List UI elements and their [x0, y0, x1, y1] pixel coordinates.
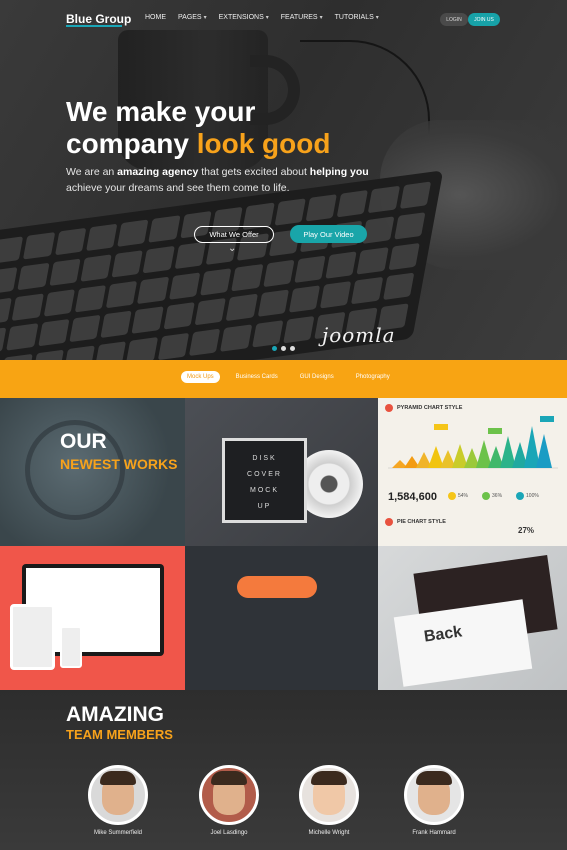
avatar	[299, 765, 359, 825]
portfolio-item-chart-styles[interactable]: PYRAMID CHART STYLE 1,584,600 54% 36% 10…	[378, 398, 567, 546]
hero-title-line2: company look good	[66, 128, 330, 160]
chevron-down-icon: ▾	[203, 15, 207, 21]
menu-item-home[interactable]: HOME	[145, 14, 166, 21]
team-member[interactable]: Frank Hammard	[394, 765, 474, 836]
portfolio-grid: OUR NEWEST WORKS DISK COVER MOCK UP PYRA…	[0, 398, 567, 690]
menu-item-label: FEATURES	[280, 14, 318, 21]
subtitle-text: We are an	[66, 166, 115, 178]
cd-case-text: MOCK	[250, 487, 279, 494]
cd-case-text: DISK	[252, 455, 277, 462]
slider-dot[interactable]	[281, 346, 286, 351]
pyramid-chart-graphic	[388, 416, 558, 469]
chart-percentages: 54% 36% 100%	[448, 492, 539, 500]
hero-title-plain: company	[66, 128, 189, 159]
top-navigation: Blue Group HOME PAGES ▾ EXTENSIONS ▾ FEATU…	[0, 0, 567, 38]
percent-icon	[448, 492, 456, 500]
joomla-brand-mark: joomla	[322, 323, 396, 347]
chevron-down-icon: ▾	[319, 15, 323, 21]
pyramid-chart-total: 1,584,600	[388, 491, 437, 503]
slider-dot[interactable]	[272, 346, 277, 351]
team-member[interactable]: Joel Lasdingo	[189, 765, 269, 836]
team-heading-line1: AMAZING	[66, 703, 164, 726]
slider-dot[interactable]	[290, 346, 295, 351]
percent-icon	[516, 492, 525, 500]
site-logo[interactable]: Blue Group	[66, 12, 131, 26]
business-card-back-image	[393, 599, 533, 687]
pyramid-chart-title: PYRAMID CHART STYLE	[397, 405, 463, 411]
portfolio-item-business-cards[interactable]: Back	[378, 546, 567, 690]
team-member-name: Michelle Wright	[308, 830, 350, 836]
team-member-name: Joel Lasdingo	[210, 830, 248, 836]
menu-item-label: TUTORIALS	[334, 14, 374, 21]
tablet-image	[10, 604, 55, 670]
hero-title-line1: We make your	[66, 96, 256, 127]
chevron-down-icon[interactable]: ⌄	[228, 243, 236, 254]
hero-title-accent: look good	[196, 128, 331, 159]
subtitle-text: that gets excited about	[201, 166, 307, 178]
avatar	[88, 765, 148, 825]
hero-subtitle: We are an amazing agency that gets excit…	[66, 164, 386, 196]
team-section: AMAZING TEAM MEMBERS Mike Summerfield Jo…	[0, 690, 567, 850]
chevron-down-icon: ▾	[375, 15, 379, 21]
hero-section: Blue Group HOME PAGES ▾ EXTENSIONS ▾ FEATU…	[0, 0, 567, 360]
percent-b: 36%	[492, 493, 503, 499]
pie-chart-title: PIE CHART STYLE	[397, 519, 446, 525]
team-member-name: Mike Summerfield	[93, 830, 142, 836]
login-button[interactable]: LOGIN	[440, 13, 468, 26]
menu-item-pages[interactable]: PAGES ▾	[178, 14, 207, 21]
logo-underline	[66, 25, 122, 27]
percent-a: 54%	[458, 493, 469, 499]
portfolio-item-responsive-mockup[interactable]	[0, 546, 185, 690]
portfolio-filter-tabs: Mock Ups Business Cards GUI Designs Phot…	[181, 371, 396, 383]
menu-item-features[interactable]: FEATURES ▾	[281, 14, 323, 21]
chart-icon	[385, 404, 393, 412]
subtitle-bold: amazing agency	[117, 166, 199, 178]
team-heading-line2: TEAM MEMBERS	[66, 727, 173, 742]
filter-tab-gui-designs[interactable]: GUI Designs	[294, 371, 340, 383]
subtitle-text: achieve your dreams and see them come to…	[66, 182, 290, 194]
cd-case-text: UP	[257, 503, 272, 510]
avatar	[404, 765, 464, 825]
pie-chart-percent: 27%	[518, 526, 535, 535]
team-member-name: Frank Hammard	[412, 830, 456, 836]
chart-icon	[385, 518, 393, 526]
menu-item-label: EXTENSIONS	[218, 14, 264, 21]
join-us-button[interactable]: JOIN US	[468, 13, 500, 26]
pie-chart-header: PIE CHART STYLE	[385, 518, 446, 526]
percent-c: 100%	[526, 493, 539, 499]
what-we-offer-button[interactable]: What We Offer	[194, 226, 274, 243]
portfolio-item-gui-kit[interactable]	[185, 546, 378, 690]
filter-tab-business-cards[interactable]: Business Cards	[230, 371, 284, 383]
pyramid-chart-header: PYRAMID CHART STYLE	[385, 404, 462, 412]
menu-item-extensions[interactable]: EXTENSIONS ▾	[219, 14, 269, 21]
filter-tab-mock-ups[interactable]: Mock Ups	[181, 371, 220, 383]
menu-item-label: PAGES	[178, 14, 202, 21]
filter-tab-photography[interactable]: Photography	[350, 371, 396, 383]
avatar	[199, 765, 259, 825]
team-member[interactable]: Michelle Wright	[289, 765, 369, 836]
slider-pagination	[272, 346, 295, 351]
menu-item-label: HOME	[145, 14, 166, 21]
hero-title: We make your company look good	[66, 96, 330, 160]
play-video-button[interactable]: Play Our Video	[290, 225, 367, 243]
cd-case-text: COVER	[247, 471, 282, 478]
phone-image	[60, 626, 82, 668]
works-heading-line1: OUR	[60, 430, 107, 453]
works-heading-line2: NEWEST WORKS	[60, 456, 178, 472]
chevron-down-icon: ▾	[265, 15, 269, 21]
subtitle-bold: helping you	[309, 166, 369, 178]
portfolio-item-stamp[interactable]: OUR NEWEST WORKS	[0, 398, 185, 546]
ui-kit-card-image	[237, 576, 317, 598]
portfolio-item-cd-cover[interactable]: DISK COVER MOCK UP	[185, 398, 378, 546]
main-menu: HOME PAGES ▾ EXTENSIONS ▾ FEATURES ▾ TUTORI…	[145, 14, 379, 21]
cd-case-image: DISK COVER MOCK UP	[222, 438, 307, 523]
percent-icon	[482, 492, 491, 500]
team-member[interactable]: Mike Summerfield	[78, 765, 158, 836]
menu-item-tutorials[interactable]: TUTORIALS ▾	[335, 14, 379, 21]
